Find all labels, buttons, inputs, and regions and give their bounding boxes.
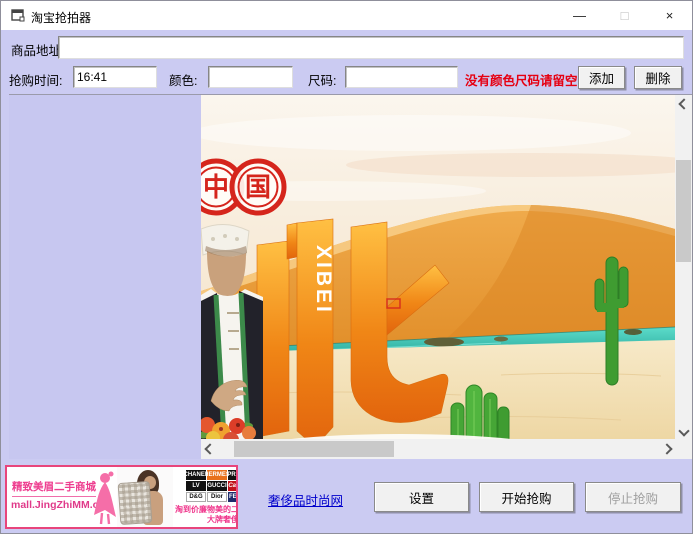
product-url-label: 商品地址: <box>11 40 64 59</box>
woman-silhouette-icon <box>93 471 117 529</box>
brand-tile: D&G <box>186 492 206 502</box>
ad-url: mall.JingZhiMM.cn <box>11 499 105 511</box>
v-scrollbar[interactable] <box>675 95 692 439</box>
stamp-guo: 国 <box>232 161 284 213</box>
color-size-hint: 没有颜色尺码请留空 <box>465 70 578 89</box>
ad-slogan-line2: 大牌奢侈品 <box>175 515 238 525</box>
close-button[interactable]: × <box>647 1 692 30</box>
svg-text:国: 国 <box>245 172 271 202</box>
big-char-text: 北 <box>261 193 441 394</box>
image-scrollpane: 北 XIBEI 中 <box>201 95 692 459</box>
app-icon <box>11 9 25 27</box>
product-url-input[interactable] <box>58 36 684 59</box>
image-viewport: 北 XIBEI 中 <box>201 95 675 439</box>
stop-button[interactable]: 停止抢购 <box>585 482 681 512</box>
h-scroll-thumb[interactable] <box>234 441 394 457</box>
ad-text-block: 精致美眉二手商城 mall.JingZhiMM.cn <box>7 467 117 527</box>
start-button[interactable]: 开始抢购 <box>479 482 574 512</box>
scroll-right-button[interactable] <box>658 440 675 457</box>
chevron-left-icon <box>204 443 215 454</box>
color-input[interactable] <box>208 66 293 88</box>
chevron-right-icon <box>661 443 672 454</box>
product-image: 北 XIBEI 中 <box>201 95 675 439</box>
purchase-time-label: 抢购时间: <box>9 70 62 89</box>
brand-tile: FENDI <box>228 492 238 502</box>
photo-checkered-bag <box>118 481 153 525</box>
settings-button[interactable]: 设置 <box>374 482 469 512</box>
scroll-up-button[interactable] <box>675 95 692 112</box>
h-scrollbar[interactable] <box>201 439 675 459</box>
chevron-down-icon <box>678 425 689 436</box>
brand-tile: LV <box>186 481 206 491</box>
image-panel: 北 XIBEI 中 <box>9 94 692 459</box>
brand-tile: HERMES <box>207 470 227 480</box>
ad-brands-block: CHANEL HERMES PRADA LV GUCCI Cartier D&G… <box>173 467 238 527</box>
xibei-vertical-text: XIBEI <box>312 245 335 315</box>
window: 淘宝抢拍器 — □ × 商品地址: 抢购时间: 颜色: 尺码: 没有颜色尺码请留… <box>0 0 693 534</box>
titlebar: 淘宝抢拍器 — □ × <box>1 1 692 30</box>
luxury-site-link[interactable]: 奢侈品时尚网 <box>268 490 343 509</box>
window-title: 淘宝抢拍器 <box>31 9 91 26</box>
brand-tile: CHANEL <box>186 470 206 480</box>
brand-tile: Dior <box>207 492 227 502</box>
maximize-button: □ <box>602 1 647 30</box>
color-label: 颜色: <box>169 70 197 89</box>
purchase-time-input[interactable] <box>73 66 157 88</box>
brand-logo-grid: CHANEL HERMES PRADA LV GUCCI Cartier D&G… <box>175 470 238 502</box>
brand-tile: GUCCI <box>207 481 227 491</box>
ad-photo <box>117 467 173 527</box>
size-label: 尺码: <box>308 70 336 89</box>
size-input[interactable] <box>345 66 458 88</box>
scroll-left-button[interactable] <box>201 440 218 457</box>
brand-tile: Cartier <box>228 481 238 491</box>
scroll-down-button[interactable] <box>675 422 692 439</box>
ad-banner[interactable]: 精致美眉二手商城 mall.JingZhiMM.cn CHANEL HERMES <box>5 465 238 529</box>
ad-title: 精致美眉二手商城 <box>12 479 96 497</box>
add-button[interactable]: 添加 <box>578 66 625 89</box>
scrollbar-corner <box>675 439 692 459</box>
china-stamps: 中 国 <box>201 161 284 213</box>
v-scroll-thumb[interactable] <box>676 160 691 262</box>
minimize-button[interactable]: — <box>557 1 602 30</box>
svg-text:中: 中 <box>203 172 229 202</box>
ad-slogan-line1: 淘到价廉物美的二手 <box>175 505 238 515</box>
brand-tile: PRADA <box>228 470 238 480</box>
chevron-up-icon <box>678 98 689 109</box>
delete-button[interactable]: 删除 <box>634 66 682 89</box>
